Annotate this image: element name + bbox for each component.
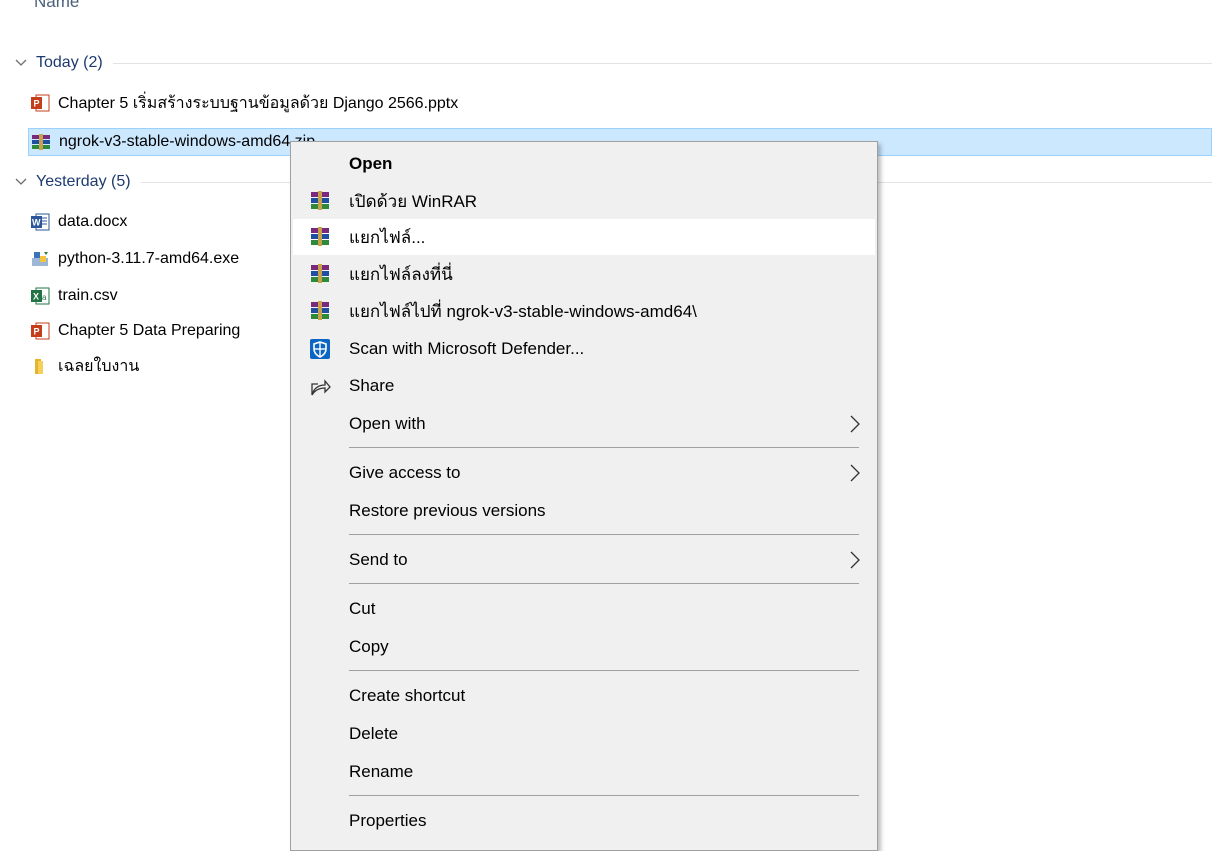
share-icon xyxy=(311,379,331,396)
file-name: ngrok-v3-stable-windows-amd64.zip xyxy=(59,133,316,150)
menu-item-extract-here[interactable]: แยกไฟล์ลงที่นี่ xyxy=(293,256,875,292)
defender-shield-icon xyxy=(310,339,330,359)
menu-item-label: Open xyxy=(349,154,393,173)
menu-separator xyxy=(349,670,859,671)
menu-item-label: Open with xyxy=(349,414,426,433)
chevron-right-icon xyxy=(850,464,860,482)
menu-item-cut[interactable]: Cut xyxy=(293,591,875,627)
winrar-archive-icon xyxy=(32,134,50,150)
menu-item-label: Cut xyxy=(349,599,376,618)
file-name: Chapter 5 เริ่มสร้างระบบฐานข้อมูลด้วย Dj… xyxy=(58,94,459,112)
svg-text:W: W xyxy=(32,218,41,228)
menu-item-open-with-winrar[interactable]: เปิดด้วย WinRAR xyxy=(293,183,875,219)
menu-separator xyxy=(349,534,859,535)
svg-text:P: P xyxy=(34,99,40,109)
menu-item-label: Scan with Microsoft Defender... xyxy=(349,339,585,358)
menu-item-restore-previous-versions[interactable]: Restore previous versions xyxy=(293,493,875,529)
winrar-icon xyxy=(311,227,329,246)
svg-text:P: P xyxy=(34,327,40,337)
group-header-today[interactable]: Today (2) xyxy=(14,52,1212,74)
menu-item-extract-to-folder[interactable]: แยกไฟล์ไปที่ ngrok-v3-stable-windows-amd… xyxy=(293,293,875,329)
svg-text:a: a xyxy=(42,293,47,302)
group-label: Today (2) xyxy=(36,54,103,71)
menu-item-label: แยกไฟล์ไปที่ ngrok-v3-stable-windows-amd… xyxy=(349,301,697,321)
chevron-down-icon xyxy=(15,59,27,66)
file-row-data-docx[interactable]: W data.docx xyxy=(30,209,127,235)
menu-item-label: Restore previous versions xyxy=(349,501,546,520)
menu-item-extract-files[interactable]: แยกไฟล์... xyxy=(293,219,875,255)
powerpoint-icon: P xyxy=(31,322,50,340)
menu-item-label: แยกไฟล์ลงที่นี่ xyxy=(349,264,453,284)
file-name: train.csv xyxy=(58,287,118,304)
file-row-train-csv[interactable]: a X train.csv xyxy=(30,283,118,309)
menu-separator xyxy=(349,795,859,796)
file-name: data.docx xyxy=(58,213,128,230)
file-row-pptx-chapter5[interactable]: P Chapter 5 เริ่มสร้างระบบฐานข้อมูลด้วย … xyxy=(30,90,458,116)
winrar-icon xyxy=(311,264,329,283)
menu-item-label: เปิดด้วย WinRAR xyxy=(349,191,478,211)
chevron-right-icon xyxy=(850,551,860,569)
powerpoint-icon: P xyxy=(31,94,50,112)
python-installer-icon xyxy=(32,252,48,266)
name-column-header[interactable]: Name xyxy=(34,0,79,12)
menu-item-create-shortcut[interactable]: Create shortcut xyxy=(293,678,875,714)
menu-item-share[interactable]: Share xyxy=(293,368,875,404)
winrar-icon xyxy=(311,301,329,320)
menu-item-label: Give access to xyxy=(349,463,461,482)
winrar-icon xyxy=(311,191,329,210)
menu-item-label: Share xyxy=(349,376,395,395)
menu-item-delete[interactable]: Delete xyxy=(293,716,875,752)
folder-icon xyxy=(35,359,43,374)
chevron-right-icon xyxy=(850,415,860,433)
menu-item-label: Create shortcut xyxy=(349,686,466,705)
menu-item-scan-defender[interactable]: Scan with Microsoft Defender... xyxy=(293,331,875,367)
menu-item-label: Copy xyxy=(349,637,389,656)
group-label: Yesterday (5) xyxy=(36,173,131,190)
menu-item-properties[interactable]: Properties xyxy=(293,803,875,839)
menu-item-label: แยกไฟล์... xyxy=(349,227,426,247)
chevron-down-icon xyxy=(15,178,27,185)
svg-text:X: X xyxy=(33,292,39,302)
menu-item-label: Send to xyxy=(349,550,408,569)
group-divider xyxy=(112,62,1212,64)
file-name: เฉลยใบงาน xyxy=(58,357,140,375)
menu-item-give-access[interactable]: Give access to xyxy=(293,455,875,491)
menu-separator xyxy=(349,583,859,584)
file-row-pptx-data-preparing[interactable]: P Chapter 5 Data Preparing xyxy=(30,318,240,344)
context-menu: Open เปิดด้วย WinRAR แยกไฟล์... แยกไฟล์ล… xyxy=(290,141,878,851)
menu-item-open-with[interactable]: Open with xyxy=(293,406,875,442)
menu-separator xyxy=(349,447,859,448)
file-row-python-exe[interactable]: python-3.11.7-amd64.exe xyxy=(30,246,239,272)
menu-item-copy[interactable]: Copy xyxy=(293,629,875,665)
file-row-folder[interactable]: เฉลยใบงาน xyxy=(30,353,139,379)
menu-item-label: Properties xyxy=(349,811,427,830)
file-name: Chapter 5 Data Preparing xyxy=(58,322,241,339)
menu-item-open[interactable]: Open xyxy=(293,146,875,182)
word-icon: W xyxy=(31,213,50,231)
menu-item-label: Delete xyxy=(349,724,399,743)
menu-item-rename[interactable]: Rename xyxy=(293,754,875,790)
menu-item-label: Rename xyxy=(349,762,414,781)
excel-icon: a X xyxy=(31,287,50,305)
menu-item-send-to[interactable]: Send to xyxy=(293,542,875,578)
file-name: python-3.11.7-amd64.exe xyxy=(58,250,240,267)
